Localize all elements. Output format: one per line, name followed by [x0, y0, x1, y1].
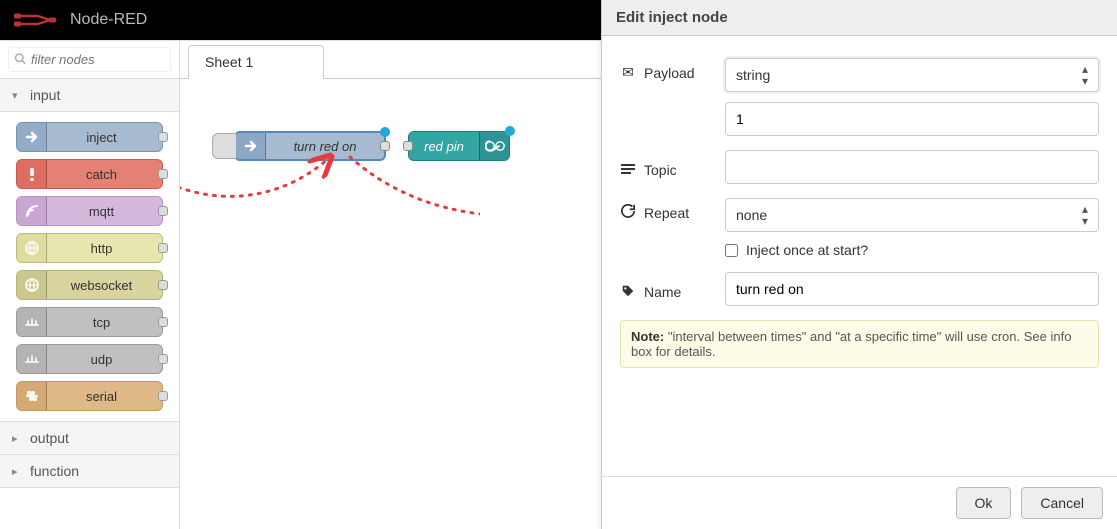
port-icon: [158, 317, 168, 327]
select-caret-icon: ▴▾: [1082, 203, 1088, 227]
logo-icon: [14, 12, 56, 28]
ok-button[interactable]: Ok: [956, 487, 1012, 519]
changed-indicator-icon: [380, 127, 390, 137]
port-icon: [158, 354, 168, 364]
port-icon: [158, 132, 168, 142]
palette-group-input: inject catch mqtt ht: [0, 112, 179, 421]
palette-node-label: tcp: [47, 315, 162, 330]
inject-trigger-button[interactable]: [212, 133, 236, 159]
port-icon: [158, 280, 168, 290]
category-function[interactable]: ▸ function: [0, 455, 179, 488]
category-label: output: [30, 430, 69, 446]
palette-node-inject[interactable]: inject: [16, 122, 163, 152]
search-icon: [14, 52, 26, 67]
exclamation-icon: [17, 160, 47, 188]
tab-sheet1[interactable]: Sheet 1: [188, 45, 324, 79]
cancel-button[interactable]: Cancel: [1021, 487, 1103, 519]
palette-node-label: serial: [47, 389, 162, 404]
bridge-icon: [17, 308, 47, 336]
payload-type-value: string: [736, 67, 770, 83]
inject-once-checkbox[interactable]: [725, 244, 738, 257]
payload-type-select[interactable]: string ▴▾: [725, 58, 1099, 92]
flow-node-label: red pin: [409, 139, 479, 154]
palette-node-catch[interactable]: catch: [16, 159, 163, 189]
palette-node-label: inject: [47, 130, 162, 145]
port-icon: [158, 206, 168, 216]
palette: ▾ input inject catch: [0, 41, 180, 529]
repeat-value: none: [736, 207, 767, 223]
category-label: input: [30, 87, 60, 103]
globe-icon: [17, 271, 47, 299]
arduino-icon: [479, 132, 509, 160]
palette-node-serial[interactable]: serial: [16, 381, 163, 411]
name-input[interactable]: [725, 272, 1099, 306]
globe-icon: [17, 234, 47, 262]
out-port[interactable]: [380, 141, 390, 151]
name-label: Name: [644, 284, 681, 300]
in-port[interactable]: [403, 141, 413, 151]
edit-panel: Edit inject node ✉ Payload string ▴▾ Top…: [601, 0, 1117, 529]
topic-input[interactable]: [725, 150, 1099, 184]
chevron-down-icon: ▾: [12, 89, 24, 102]
note-text: "interval between times" and "at a speci…: [631, 329, 1071, 359]
edit-panel-title: Edit inject node: [602, 0, 1117, 36]
topic-label: Topic: [644, 162, 677, 178]
edit-footer: Ok Cancel: [602, 476, 1117, 529]
port-icon: [158, 243, 168, 253]
arrow-right-icon: [17, 123, 47, 151]
port-icon: [158, 391, 168, 401]
palette-node-label: websocket: [47, 278, 162, 293]
search-input[interactable]: [8, 47, 171, 72]
port-icon: [158, 169, 168, 179]
envelope-icon: ✉: [620, 64, 636, 81]
palette-node-udp[interactable]: udp: [16, 344, 163, 374]
category-output[interactable]: ▸ output: [0, 421, 179, 455]
palette-node-mqtt[interactable]: mqtt: [16, 196, 163, 226]
repeat-select[interactable]: none ▴▾: [725, 198, 1099, 232]
category-input[interactable]: ▾ input: [0, 78, 179, 112]
inject-once-label: Inject once at start?: [746, 242, 868, 258]
palette-node-http[interactable]: http: [16, 233, 163, 263]
payload-value-input[interactable]: [725, 102, 1099, 136]
flow-node-inject[interactable]: turn red on: [234, 131, 386, 161]
flow-node-label: turn red on: [266, 139, 384, 154]
edit-form: ✉ Payload string ▴▾ Topic: [602, 36, 1117, 476]
category-label: function: [30, 463, 79, 479]
palette-node-tcp[interactable]: tcp: [16, 307, 163, 337]
palette-search: [0, 41, 179, 78]
serial-icon: [17, 382, 47, 410]
changed-indicator-icon: [505, 126, 515, 136]
bridge-icon: [17, 345, 47, 373]
app-title: Node-RED: [70, 11, 147, 29]
palette-node-label: udp: [47, 352, 162, 367]
rss-icon: [17, 197, 47, 225]
list-icon: [620, 162, 636, 178]
select-caret-icon: ▴▾: [1082, 63, 1088, 87]
palette-node-websocket[interactable]: websocket: [16, 270, 163, 300]
inject-once-row[interactable]: Inject once at start?: [725, 242, 1099, 258]
payload-label: Payload: [644, 65, 695, 81]
arrow-right-icon: [236, 133, 266, 159]
refresh-icon: [620, 204, 636, 221]
note-box: Note: "interval between times" and "at a…: [620, 320, 1099, 368]
note-strong: Note:: [631, 329, 664, 344]
palette-node-label: http: [47, 241, 162, 256]
chevron-right-icon: ▸: [12, 465, 24, 478]
flow-node-redpin[interactable]: red pin: [408, 131, 510, 161]
palette-node-label: mqtt: [47, 204, 162, 219]
chevron-right-icon: ▸: [12, 432, 24, 445]
palette-node-label: catch: [47, 167, 162, 182]
tag-icon: [620, 284, 636, 301]
repeat-label: Repeat: [644, 205, 689, 221]
